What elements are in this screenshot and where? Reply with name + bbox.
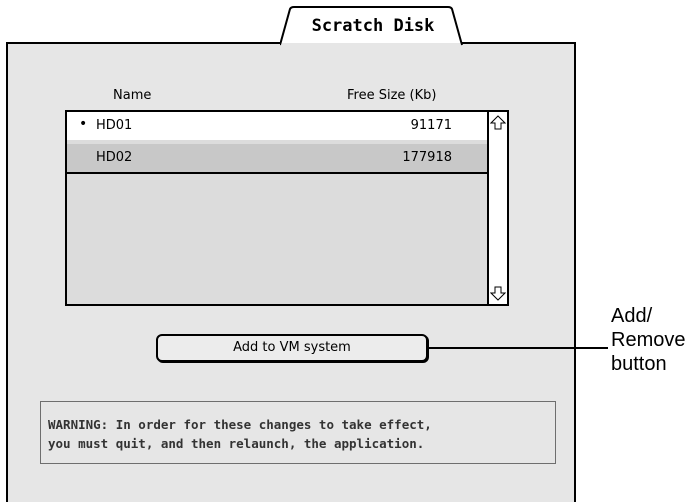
disk-free-size: 177918 (402, 150, 452, 165)
warning-line-1: WARNING: In order for these changes to t… (48, 417, 432, 432)
column-header-free-size[interactable]: Free Size (Kb) (347, 88, 436, 103)
column-header-name[interactable]: Name (113, 88, 151, 103)
callout-label: Add/ Remove button (611, 304, 685, 376)
disk-name: HD01 (96, 118, 133, 133)
callout-line-1: Add/ (611, 305, 653, 327)
disk-name: HD02 (96, 150, 133, 165)
callout-line-3: button (611, 353, 667, 375)
list-divider (67, 172, 487, 174)
disk-list[interactable]: • HD01 91171 HD02 177918 (65, 110, 509, 306)
callout-line-2: Remove (611, 329, 686, 351)
list-item[interactable]: HD02 177918 (67, 144, 487, 172)
add-to-vm-button[interactable]: Add to VM system (156, 334, 428, 362)
disk-list-area[interactable]: • HD01 91171 HD02 177918 (67, 112, 487, 304)
tab-label: Scratch Disk (311, 16, 435, 36)
active-bullet-icon: • (79, 116, 88, 132)
callout-leader-line (428, 347, 608, 349)
arrow-up-icon[interactable] (490, 115, 506, 131)
disk-free-size: 91171 (410, 118, 452, 133)
vertical-scrollbar[interactable] (487, 112, 507, 304)
arrow-down-icon[interactable] (490, 285, 506, 301)
tab-scratch-disk[interactable]: Scratch Disk (280, 6, 466, 46)
warning-box: WARNING: In order for these changes to t… (40, 401, 556, 464)
warning-line-2: you must quit, and then relaunch, the ap… (48, 436, 425, 451)
warning-text: WARNING: In order for these changes to t… (48, 415, 432, 453)
list-item[interactable]: • HD01 91171 (67, 112, 487, 140)
